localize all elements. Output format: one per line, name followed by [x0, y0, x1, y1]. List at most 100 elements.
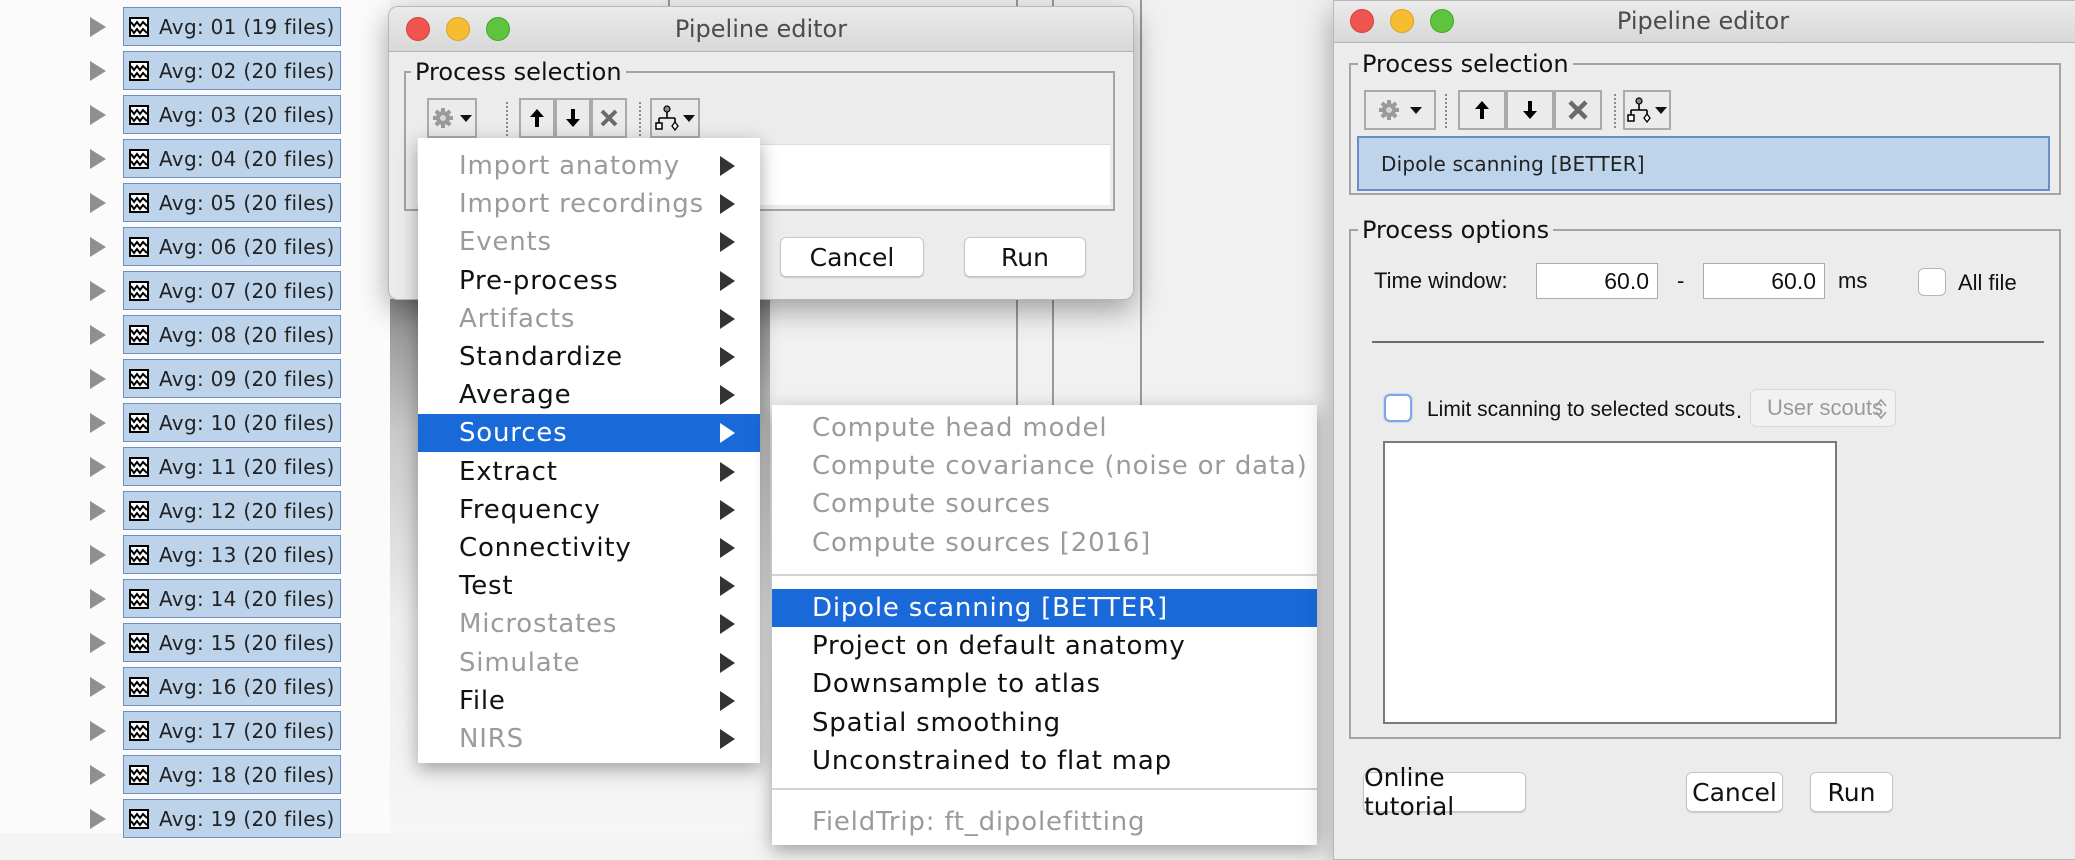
limit-scouts-checkbox[interactable]: [1384, 394, 1412, 422]
expand-arrow-icon[interactable]: [90, 809, 106, 829]
expand-arrow-icon[interactable]: [90, 677, 106, 697]
tree-item[interactable]: Avg: 06 (20 files): [123, 227, 341, 266]
cancel-button[interactable]: Cancel: [780, 237, 924, 277]
tree-item[interactable]: Avg: 18 (20 files): [123, 755, 341, 794]
title-bar[interactable]: Pipeline editor: [1334, 1, 2075, 43]
tree-item[interactable]: Avg: 07 (20 files): [123, 271, 341, 310]
tree-item-label: Avg: 02 (20 files): [159, 58, 335, 83]
menu-item-microstates[interactable]: Microstates: [418, 605, 760, 643]
time-window-start-input[interactable]: 60.0: [1536, 263, 1658, 299]
submenu-item-label: Spatial smoothing: [812, 707, 1061, 738]
submenu-item-downsample-to-atlas[interactable]: Downsample to atlas: [772, 665, 1317, 703]
online-tutorial-button[interactable]: Online tutorial: [1363, 763, 1526, 821]
expand-arrow-icon[interactable]: [90, 545, 106, 565]
menu-item-standardize[interactable]: Standardize: [418, 338, 760, 376]
run-button[interactable]: Run: [964, 237, 1086, 277]
menu-item-simulate[interactable]: Simulate: [418, 644, 760, 682]
expand-arrow-icon[interactable]: [90, 721, 106, 741]
submenu-item-compute-head-model[interactable]: Compute head model: [772, 409, 1317, 447]
menu-item-frequency[interactable]: Frequency: [418, 491, 760, 529]
add-process-button[interactable]: [1364, 90, 1436, 130]
move-down-button[interactable]: [1506, 90, 1554, 130]
tree-item[interactable]: Avg: 03 (20 files): [123, 95, 341, 134]
menu-item-sources[interactable]: Sources: [418, 414, 760, 453]
menu-item-pre-process[interactable]: Pre-process: [418, 262, 760, 300]
expand-arrow-icon[interactable]: [90, 17, 106, 37]
tree-item[interactable]: Avg: 02 (20 files): [123, 51, 341, 90]
pipeline-button[interactable]: [650, 98, 700, 138]
expand-arrow-icon[interactable]: [90, 325, 106, 345]
menu-item-extract[interactable]: Extract: [418, 453, 760, 491]
menu-item-average[interactable]: Average: [418, 376, 760, 414]
all-file-checkbox[interactable]: [1918, 268, 1946, 296]
submenu-item-compute-sources[interactable]: Compute sources: [772, 485, 1317, 523]
menu-item-label: Events: [459, 227, 552, 258]
title-bar[interactable]: Pipeline editor: [389, 7, 1133, 52]
expand-arrow-icon[interactable]: [90, 61, 106, 81]
delete-x-icon: [600, 109, 618, 127]
tree-item-label: Avg: 06 (20 files): [159, 234, 335, 259]
tree-item[interactable]: Avg: 11 (20 files): [123, 447, 341, 486]
submenu-item-fieldtrip-ft-dipolefitting[interactable]: FieldTrip: ft_dipolefitting: [772, 803, 1317, 841]
menu-item-import-recordings[interactable]: Import recordings: [418, 185, 760, 223]
add-process-button[interactable]: [427, 98, 477, 138]
expand-arrow-icon[interactable]: [90, 457, 106, 477]
move-up-button[interactable]: [1458, 90, 1506, 130]
expand-arrow-icon[interactable]: [90, 765, 106, 785]
scouts-list[interactable]: [1383, 441, 1837, 724]
expand-arrow-icon[interactable]: [90, 193, 106, 213]
expand-arrow-icon[interactable]: [90, 633, 106, 653]
tree-item[interactable]: Avg: 09 (20 files): [123, 359, 341, 398]
tree-item-label: Avg: 08 (20 files): [159, 322, 335, 347]
menu-item-label: Sources: [459, 418, 568, 449]
delete-process-button[interactable]: [1554, 90, 1602, 130]
tree-item[interactable]: Avg: 16 (20 files): [123, 667, 341, 706]
scouts-select[interactable]: User scouts: [1750, 389, 1896, 427]
tree-item[interactable]: Avg: 10 (20 files): [123, 403, 341, 442]
submenu-item-compute-covariance-noise-or-data[interactable]: Compute covariance (noise or data): [772, 447, 1317, 485]
expand-arrow-icon[interactable]: [90, 589, 106, 609]
expand-arrow-icon[interactable]: [90, 237, 106, 257]
submenu-arrow-icon: [720, 385, 735, 406]
submenu-item-spatial-smoothing[interactable]: Spatial smoothing: [772, 704, 1317, 742]
tree-item[interactable]: Avg: 05 (20 files): [123, 183, 341, 222]
tree-item[interactable]: Avg: 17 (20 files): [123, 711, 341, 750]
tree-item[interactable]: Avg: 13 (20 files): [123, 535, 341, 574]
menu-item-import-anatomy[interactable]: Import anatomy: [418, 147, 760, 185]
time-window-end-input[interactable]: 60.0: [1703, 263, 1825, 299]
expand-arrow-icon[interactable]: [90, 501, 106, 521]
menu-item-test[interactable]: Test: [418, 567, 760, 605]
tree-item[interactable]: Avg: 04 (20 files): [123, 139, 341, 178]
submenu-arrow-icon: [720, 308, 735, 329]
pipeline-tree-icon: [1627, 97, 1651, 123]
move-up-button[interactable]: [519, 98, 555, 138]
tree-item[interactable]: Avg: 01 (19 files): [123, 7, 341, 46]
menu-item-connectivity[interactable]: Connectivity: [418, 529, 760, 567]
tree-item[interactable]: Avg: 14 (20 files): [123, 579, 341, 618]
expand-arrow-icon[interactable]: [90, 105, 106, 125]
submenu-item-compute-sources-2016[interactable]: Compute sources [2016]: [772, 524, 1317, 562]
submenu-item-dipole-scanning-better[interactable]: Dipole scanning [BETTER]: [772, 589, 1317, 627]
delete-process-button[interactable]: [591, 98, 627, 138]
submenu-item-unconstrained-to-flat-map[interactable]: Unconstrained to flat map: [772, 742, 1317, 780]
submenu-arrow-icon: [720, 232, 735, 253]
run-button[interactable]: Run: [1810, 772, 1893, 812]
expand-arrow-icon[interactable]: [90, 281, 106, 301]
move-down-button[interactable]: [555, 98, 591, 138]
submenu-item-project-on-default-anatomy[interactable]: Project on default anatomy: [772, 627, 1317, 665]
tree-item[interactable]: Avg: 19 (20 files): [123, 799, 341, 838]
expand-arrow-icon[interactable]: [90, 369, 106, 389]
menu-item-artifacts[interactable]: Artifacts: [418, 300, 760, 338]
menu-item-file[interactable]: File: [418, 682, 760, 720]
menu-item-events[interactable]: Events: [418, 223, 760, 261]
tree-item-label: Avg: 17 (20 files): [159, 718, 335, 743]
pipeline-button[interactable]: [1623, 90, 1671, 130]
cancel-button[interactable]: Cancel: [1686, 772, 1783, 812]
menu-item-nirs[interactable]: NIRS: [418, 720, 760, 758]
expand-arrow-icon[interactable]: [90, 149, 106, 169]
process-list-item-selected[interactable]: Dipole scanning [BETTER]: [1357, 136, 2050, 191]
tree-item[interactable]: Avg: 15 (20 files): [123, 623, 341, 662]
tree-item[interactable]: Avg: 12 (20 files): [123, 491, 341, 530]
tree-item[interactable]: Avg: 08 (20 files): [123, 315, 341, 354]
expand-arrow-icon[interactable]: [90, 413, 106, 433]
